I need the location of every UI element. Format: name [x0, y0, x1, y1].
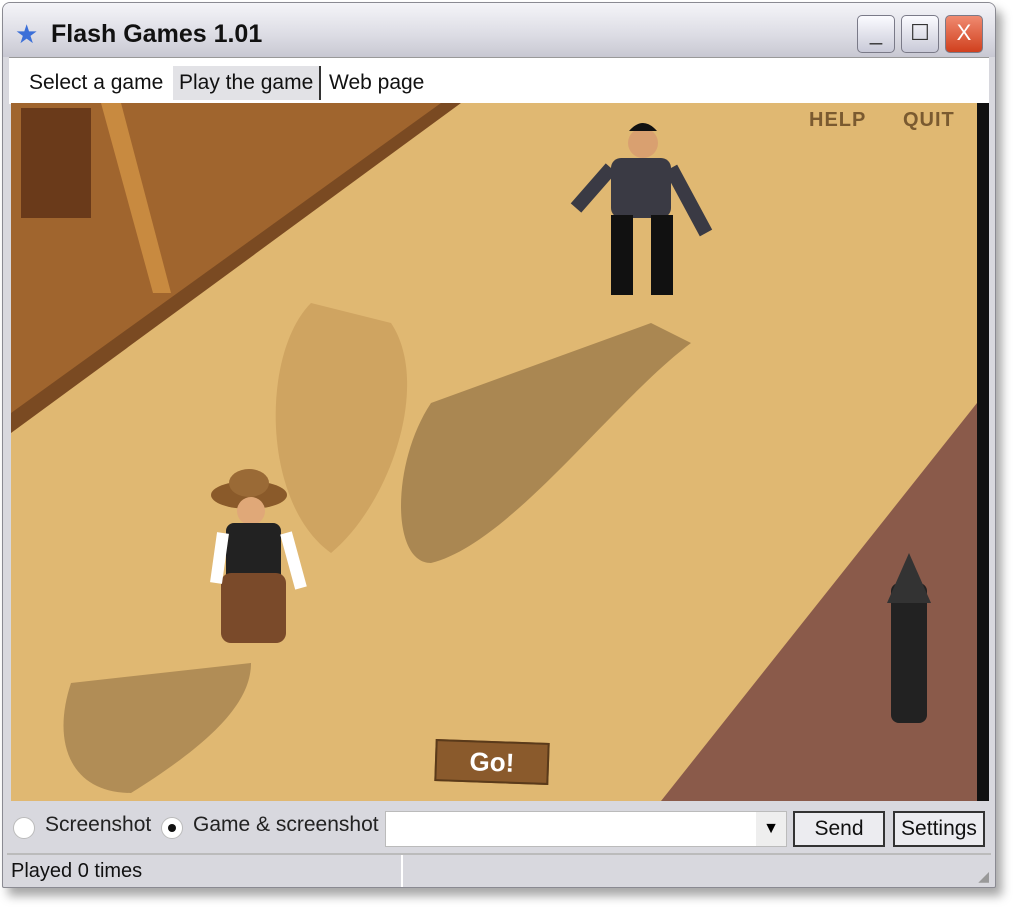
go-button[interactable]: Go!: [434, 739, 550, 785]
resize-grip-icon[interactable]: ◢: [978, 868, 989, 885]
help-button[interactable]: HELP: [809, 109, 866, 132]
bottom-toolbar: Screenshot Game & screenshot ▼ Send Sett…: [3, 803, 995, 853]
maximize-button[interactable]: ☐: [901, 15, 939, 53]
close-button[interactable]: X: [945, 15, 983, 53]
minimize-button[interactable]: _: [857, 15, 895, 53]
quit-button[interactable]: QUIT: [903, 109, 955, 132]
dropdown-arrow-icon[interactable]: ▼: [756, 812, 786, 846]
status-bar: Played 0 times ◢: [7, 853, 991, 887]
app-window: ★ Flash Games 1.01 _ ☐ X Select a game P…: [2, 2, 996, 888]
radio-game-screenshot-label[interactable]: Game & screenshot: [193, 813, 379, 837]
tab-play-game[interactable]: Play the game: [173, 66, 322, 100]
target-combobox[interactable]: ▼: [385, 811, 787, 847]
status-text: Played 0 times: [7, 855, 403, 887]
settings-button[interactable]: Settings: [893, 811, 985, 847]
window-title: Flash Games 1.01: [51, 20, 263, 48]
title-bar[interactable]: ★ Flash Games 1.01 _ ☐ X: [3, 3, 995, 57]
radio-game-screenshot[interactable]: [161, 817, 183, 839]
send-button[interactable]: Send: [793, 811, 885, 847]
radio-screenshot-label[interactable]: Screenshot: [45, 813, 151, 837]
app-star-icon: ★: [15, 19, 39, 49]
game-canvas[interactable]: HELP QUIT Go!: [11, 103, 989, 801]
radio-screenshot[interactable]: [13, 817, 35, 839]
tab-select-game[interactable]: Select a game: [23, 66, 169, 100]
tab-web-page[interactable]: Web page: [323, 66, 430, 100]
menu-bar: Select a game Play the game Web page: [9, 57, 989, 104]
